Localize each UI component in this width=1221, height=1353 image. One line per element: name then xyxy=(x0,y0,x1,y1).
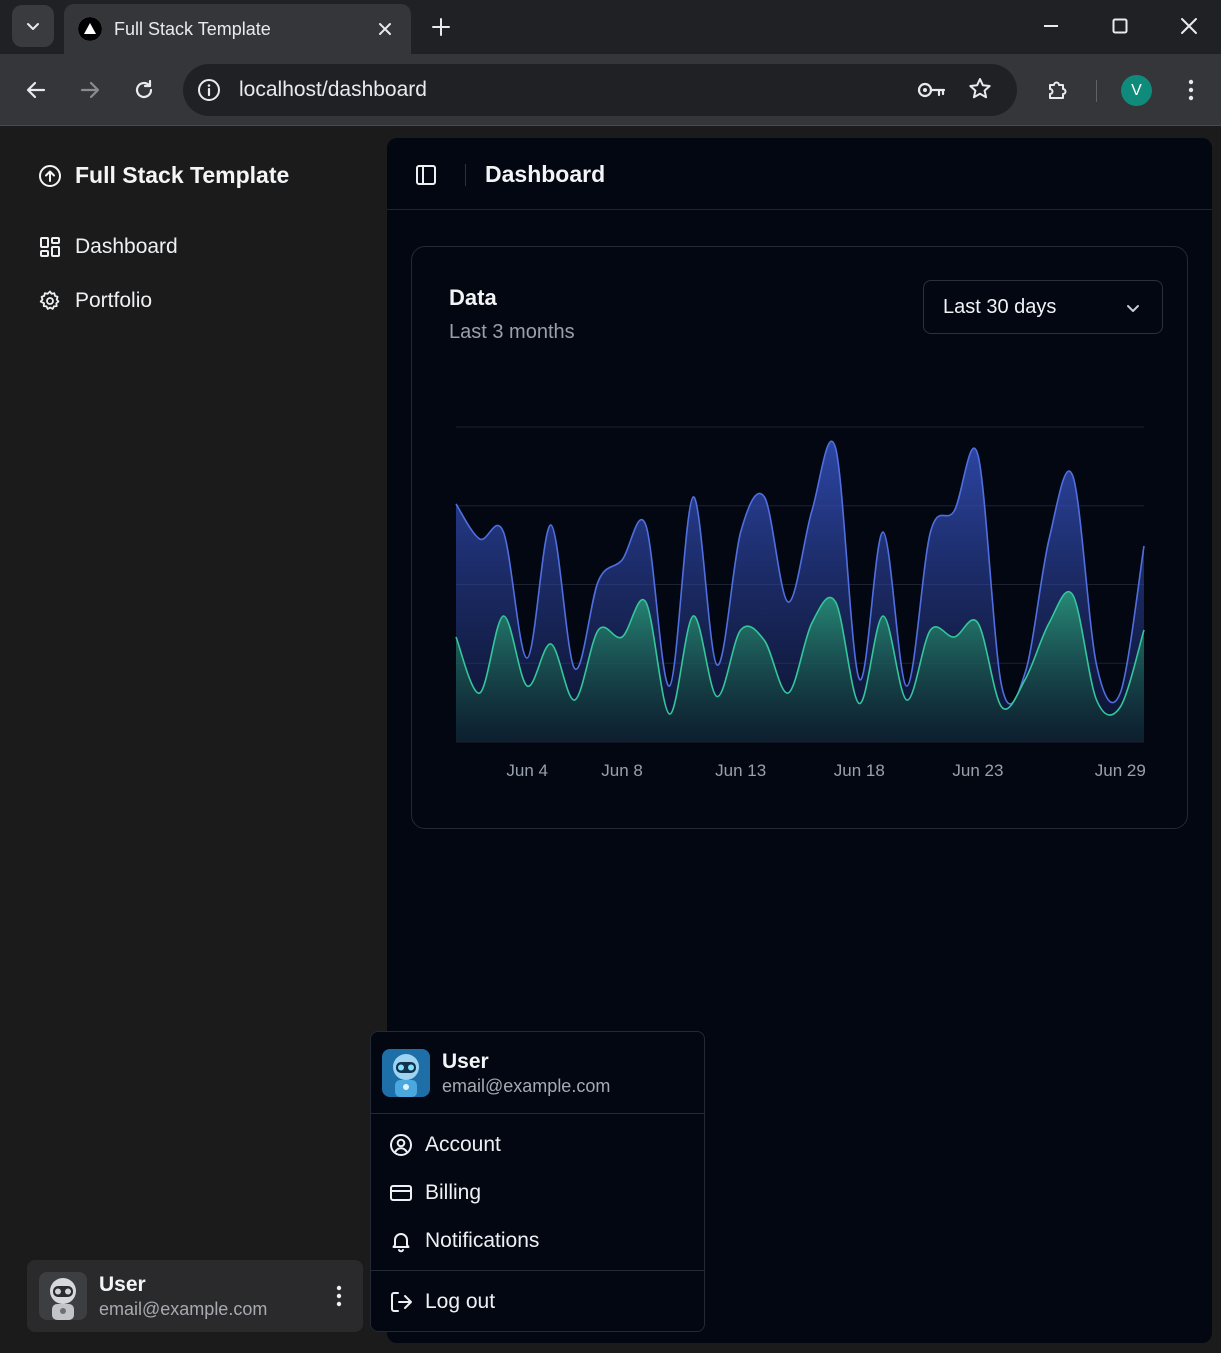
sidebar-item-label: Portfolio xyxy=(75,289,153,312)
browser-toolbar: localhost/dashboard V xyxy=(0,54,1221,126)
circle-arrow-up-icon xyxy=(39,164,61,187)
user-menu-trigger[interactable] xyxy=(329,1282,349,1310)
menu-item-label: Account xyxy=(425,1133,501,1156)
extensions-button[interactable] xyxy=(1040,72,1076,108)
address-url: localhost/dashboard xyxy=(239,78,427,101)
time-range-select[interactable]: Last 30 days xyxy=(923,280,1163,334)
dropdown-user-name: User xyxy=(442,1050,489,1073)
bookmark-star-icon[interactable] xyxy=(967,76,993,102)
time-range-value: Last 30 days xyxy=(943,295,1057,318)
menu-item-notifications[interactable]: Notifications xyxy=(389,1229,539,1253)
menu-item-billing[interactable]: Billing xyxy=(389,1181,481,1205)
menu-item-label: Log out xyxy=(425,1290,496,1313)
x-tick-label: Jun 18 xyxy=(834,761,885,780)
card-title: Data xyxy=(449,285,497,310)
dropdown-user-header: User email@example.com xyxy=(371,1032,704,1114)
browser-tab-strip: Full Stack Template xyxy=(0,0,1221,54)
plus-icon xyxy=(432,18,450,36)
nextjs-logo-icon xyxy=(78,17,102,41)
more-vertical-icon xyxy=(336,1285,342,1307)
x-tick-label: Jun 8 xyxy=(601,761,643,780)
panel-left-icon xyxy=(416,165,436,185)
data-chart-card: Data Last 3 months Last 30 days Jun 4 Ju… xyxy=(411,246,1188,829)
x-tick-label: Jun 13 xyxy=(715,761,766,780)
maximize-window-button[interactable] xyxy=(1095,8,1145,44)
reload-icon xyxy=(135,79,153,99)
close-tab-icon[interactable] xyxy=(373,17,397,41)
minimize-icon xyxy=(1044,25,1058,27)
more-vertical-icon xyxy=(1188,79,1194,101)
address-bar[interactable]: localhost/dashboard xyxy=(183,64,1017,116)
arrow-right-icon xyxy=(80,81,100,99)
sidebar-toggle-button[interactable] xyxy=(413,162,439,188)
user-name: User xyxy=(99,1273,146,1296)
sidebar-user-card[interactable]: User email@example.com xyxy=(27,1260,363,1332)
reload-button[interactable] xyxy=(126,72,162,108)
menu-item-label: Notifications xyxy=(425,1229,540,1252)
avatar xyxy=(382,1049,430,1097)
arrow-left-icon xyxy=(26,81,46,99)
profile-avatar[interactable]: V xyxy=(1121,75,1152,106)
main-header: Dashboard xyxy=(387,138,1212,210)
log-out-icon xyxy=(391,1292,412,1312)
x-tick-label: Jun 29 xyxy=(1095,761,1146,780)
layout-dashboard-icon xyxy=(40,237,60,257)
settings-gear-icon xyxy=(39,290,60,310)
site-info-icon[interactable] xyxy=(195,76,223,104)
tab-search-button[interactable] xyxy=(12,5,54,47)
x-tick-label: Jun 23 xyxy=(952,761,1003,780)
sidebar-item-label: Dashboard xyxy=(75,235,178,258)
forward-button[interactable] xyxy=(72,72,108,108)
menu-separator xyxy=(371,1270,704,1271)
dropdown-user-email: email@example.com xyxy=(442,1076,611,1096)
brand-title: Full Stack Template xyxy=(75,162,290,188)
back-button[interactable] xyxy=(18,72,54,108)
x-tick-label: Jun 4 xyxy=(506,761,548,780)
menu-item-label: Billing xyxy=(425,1181,482,1204)
maximize-icon xyxy=(1112,18,1128,34)
app-sidebar: Full Stack Template Dashboard Portfolio … xyxy=(0,126,387,1353)
avatar xyxy=(39,1272,87,1320)
credit-card-icon xyxy=(390,1185,412,1201)
chevron-down-icon xyxy=(1124,299,1142,317)
puzzle-extension-icon xyxy=(1049,81,1067,99)
user-email: email@example.com xyxy=(99,1299,268,1319)
user-dropdown-menu: User email@example.com Account Billing N… xyxy=(370,1031,705,1332)
sidebar-brand[interactable]: Full Stack Template xyxy=(38,162,289,189)
sidebar-item-dashboard[interactable]: Dashboard xyxy=(38,235,178,259)
chevron-down-icon xyxy=(27,23,39,30)
menu-item-account[interactable]: Account xyxy=(389,1133,501,1157)
minimize-window-button[interactable] xyxy=(1026,8,1076,44)
bell-icon xyxy=(392,1233,410,1253)
close-window-button[interactable] xyxy=(1164,8,1214,44)
menu-item-logout[interactable]: Log out xyxy=(389,1290,495,1314)
new-tab-button[interactable] xyxy=(426,12,456,42)
area-chart: Jun 4 Jun 8 Jun 13 Jun 18 Jun 23 Jun 29 xyxy=(455,426,1146,780)
header-separator xyxy=(465,164,466,186)
browser-menu-button[interactable] xyxy=(1173,72,1209,108)
page-title: Dashboard xyxy=(485,161,606,187)
password-key-icon[interactable] xyxy=(917,78,947,102)
sidebar-item-portfolio[interactable]: Portfolio xyxy=(38,289,152,313)
tab-title: Full Stack Template xyxy=(114,18,271,39)
toolbar-divider xyxy=(1096,80,1097,102)
browser-tab[interactable]: Full Stack Template xyxy=(64,4,411,54)
user-circle-icon xyxy=(390,1134,412,1156)
card-subtitle: Last 3 months xyxy=(449,321,575,343)
close-icon xyxy=(1181,18,1197,34)
